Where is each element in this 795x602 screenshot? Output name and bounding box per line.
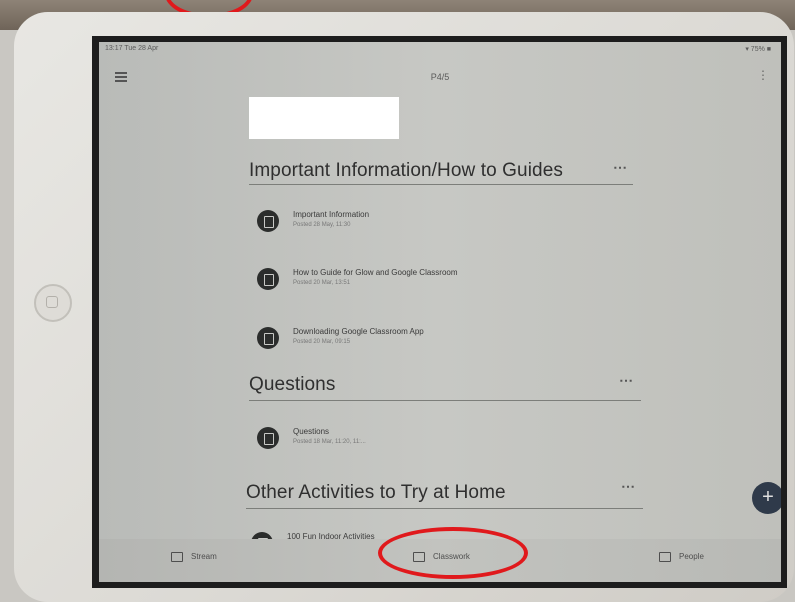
red-annotation-circle-classwork (378, 527, 528, 579)
item-title: Important Information (293, 210, 370, 219)
item-title: Downloading Google Classroom App (293, 327, 424, 336)
item-subtitle: Posted 18 Mar, 11:20, 11:... (293, 439, 366, 445)
item-subtitle: Posted 20 Mar, 09:15 (293, 339, 351, 345)
nav-people-label: People (679, 552, 704, 562)
assignment-icon (257, 210, 279, 232)
list-item[interactable]: Downloading Google Classroom App Posted … (257, 325, 637, 365)
status-bar: 13:17 Tue 28 Apr ▾ 75% ■ (99, 42, 781, 56)
item-subtitle: Posted 20 Mar, 13:51 (293, 280, 351, 286)
item-title: Questions (293, 427, 330, 436)
item-title: How to Guide for Glow and Google Classro… (293, 268, 458, 277)
redacted-banner (249, 97, 399, 139)
topic-header: Questions (249, 374, 336, 395)
item-subtitle: Posted 28 May, 11:30 (293, 222, 351, 228)
people-icon (659, 552, 671, 562)
list-item[interactable]: Important Information Posted 28 May, 11:… (257, 208, 637, 248)
app-bar: P4/5 ⋮ (99, 56, 781, 96)
home-button[interactable] (34, 284, 72, 322)
nav-people[interactable]: People (659, 552, 704, 562)
more-options-icon[interactable]: ⋮ (757, 68, 769, 82)
list-item[interactable]: Questions Posted 18 Mar, 11:20, 11:... (257, 425, 637, 465)
topic-divider (246, 508, 643, 509)
topic-header: Other Activities to Try at Home (246, 482, 506, 503)
status-time: 13:17 Tue 28 Apr (105, 45, 159, 52)
topic-more-icon[interactable]: ⋯ (613, 159, 627, 176)
nav-stream-label: Stream (191, 552, 217, 562)
topic-more-icon[interactable]: ⋯ (619, 372, 633, 389)
assignment-icon (257, 268, 279, 290)
assignment-icon (257, 427, 279, 449)
add-fab-button[interactable]: + (752, 482, 781, 514)
topic-divider (249, 400, 641, 401)
nav-stream[interactable]: Stream (171, 552, 217, 562)
status-battery: ▾ 75% ■ (745, 46, 771, 53)
class-title: P4/5 (430, 72, 450, 82)
list-item[interactable]: How to Guide for Glow and Google Classro… (257, 266, 637, 306)
topic-more-icon[interactable]: ⋯ (621, 478, 635, 495)
stream-icon (171, 552, 183, 562)
topic-header: Important Information/How to Guides (249, 160, 563, 181)
assignment-icon (257, 327, 279, 349)
topic-divider (249, 184, 633, 185)
classroom-screen: 13:17 Tue 28 Apr ▾ 75% ■ P4/5 ⋮ Importan… (99, 42, 781, 582)
